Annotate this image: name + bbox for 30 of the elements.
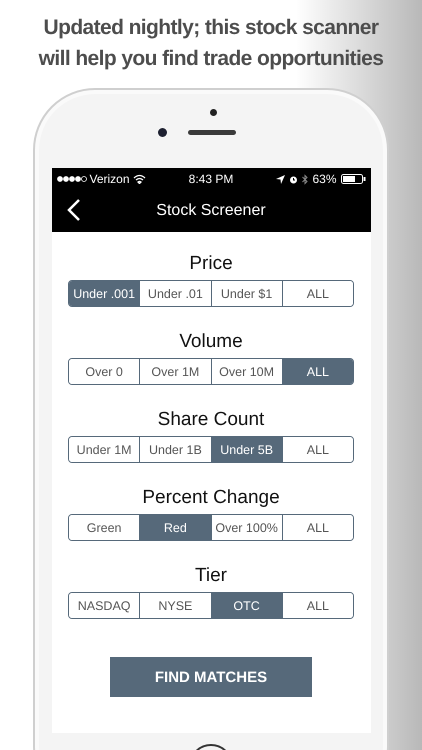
- segment-option[interactable]: Under 5B: [210, 437, 282, 462]
- sensor-dot: [210, 109, 217, 116]
- alarm-clock-icon: [289, 174, 298, 184]
- headline-text: Updated nightly; this stock scanner: [44, 15, 378, 41]
- headline-text: will help you find trade opportunities: [38, 46, 384, 72]
- bluetooth-icon: [302, 174, 308, 184]
- segment-option[interactable]: ALL: [282, 515, 353, 540]
- signal-icon: [56, 176, 86, 182]
- filter-title: Volume: [179, 330, 243, 354]
- segment-option[interactable]: ALL: [282, 281, 353, 306]
- battery-icon: [340, 174, 366, 184]
- segment-option[interactable]: ALL: [282, 593, 353, 618]
- battery-percent: 63%: [312, 172, 336, 186]
- segment-option[interactable]: Under .001: [69, 281, 140, 306]
- filter-title: Share Count: [158, 408, 264, 432]
- carrier-name: Verizon: [90, 172, 130, 186]
- segment-option[interactable]: ALL: [282, 437, 353, 462]
- find-matches-button[interactable]: FIND MATCHES: [110, 657, 312, 697]
- screen-title: Stock Screener: [156, 202, 266, 220]
- clock-time: 8:43 PM: [188, 172, 234, 186]
- segment-option[interactable]: Red: [139, 515, 210, 540]
- filter-title: Tier: [194, 564, 228, 588]
- filter-title: Price: [189, 252, 233, 276]
- segment-option[interactable]: OTC: [210, 593, 282, 618]
- speaker-slot: [188, 130, 236, 135]
- camera-lens: [158, 128, 167, 137]
- filter-title: Percent Change: [142, 486, 280, 510]
- wifi-icon: [132, 174, 146, 184]
- location-arrow-icon: [276, 174, 286, 184]
- segment-option[interactable]: ALL: [282, 359, 353, 384]
